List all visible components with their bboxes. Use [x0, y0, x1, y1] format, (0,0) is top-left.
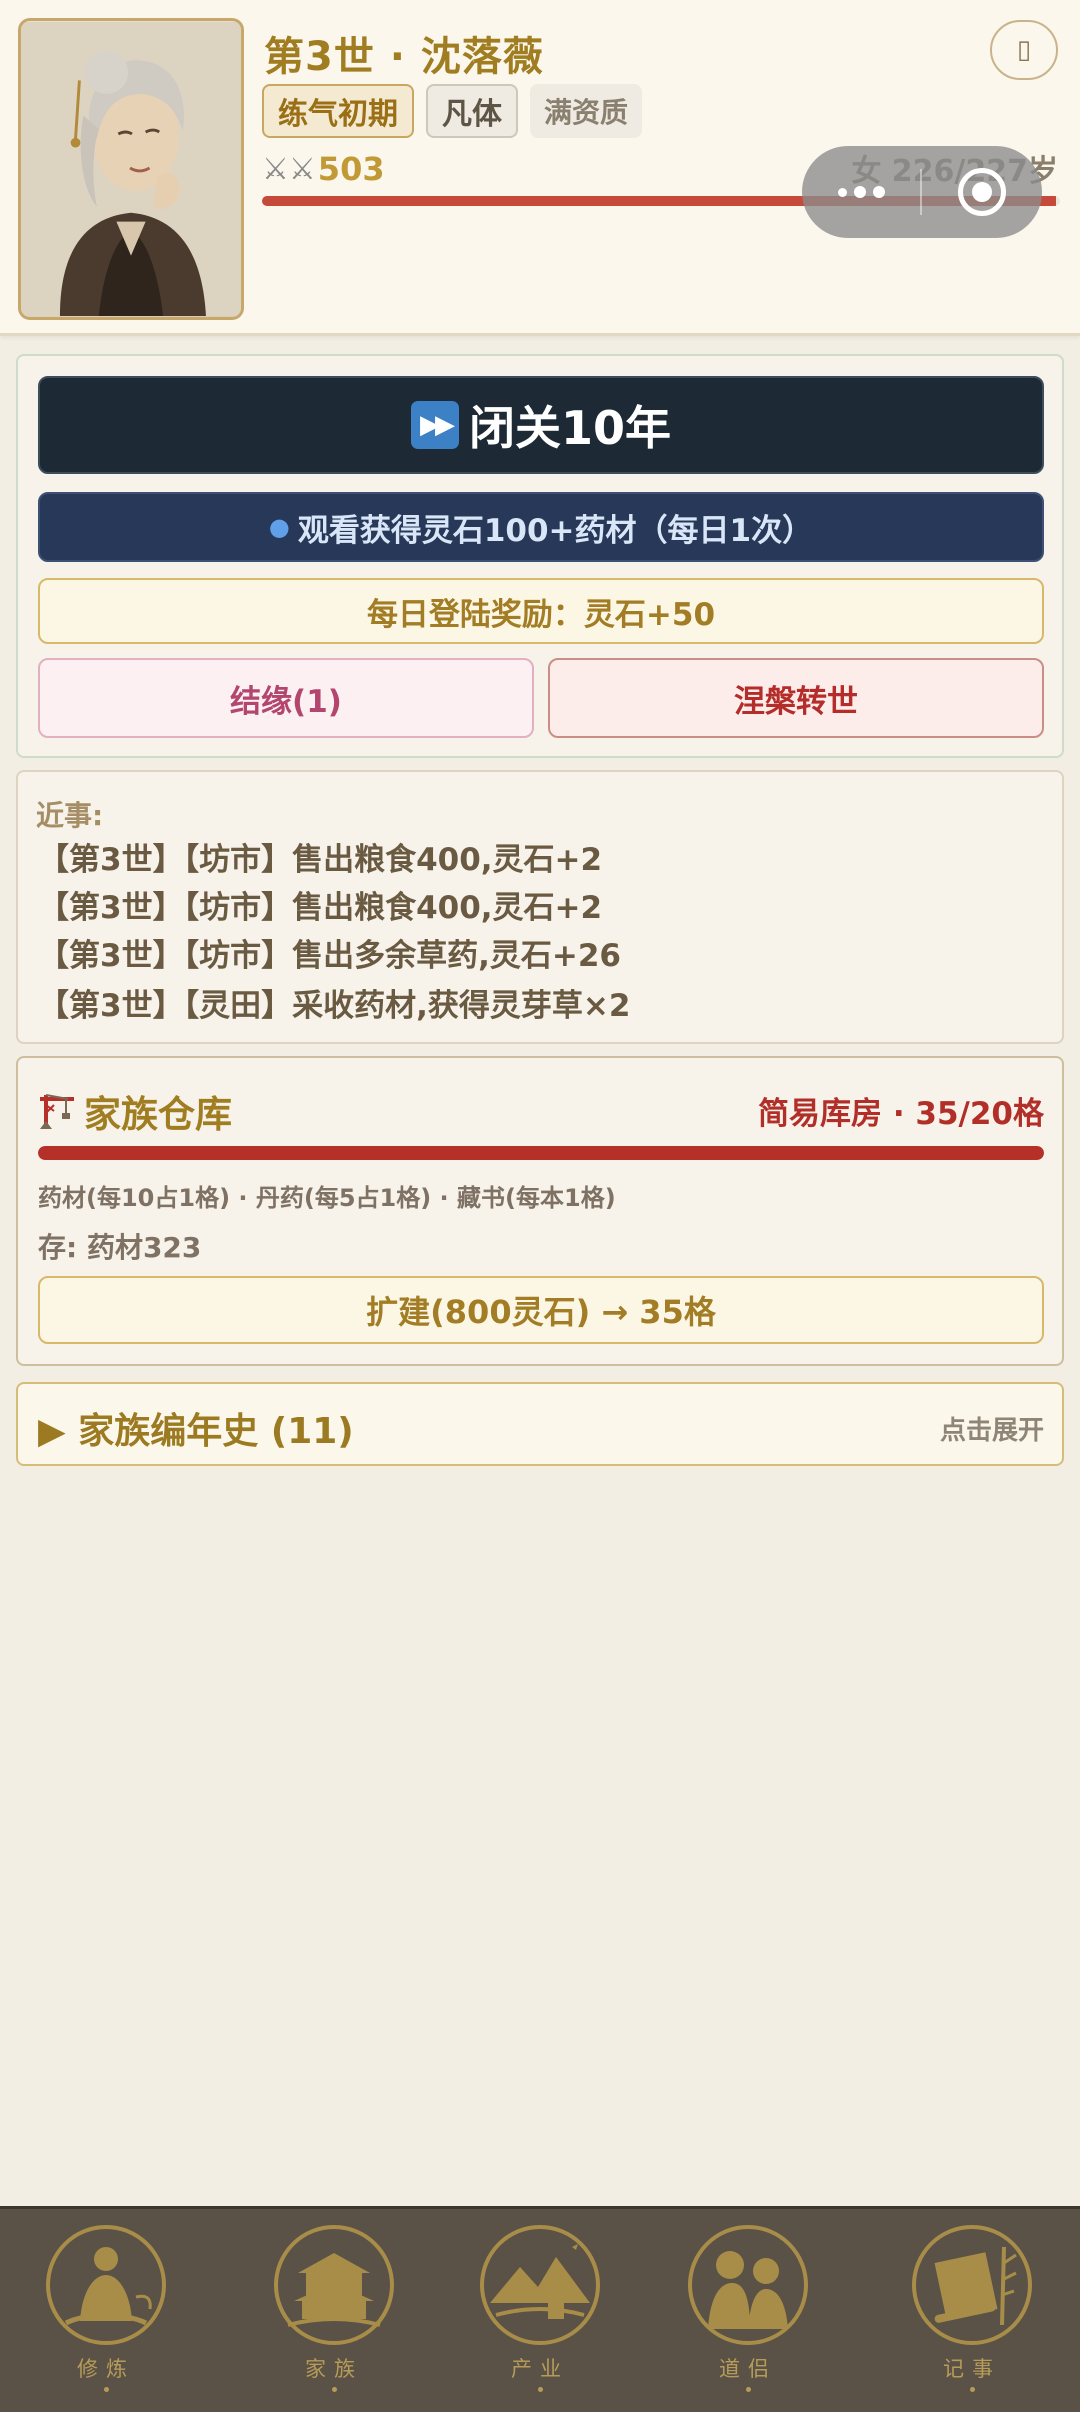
rebirth-button[interactable]: 涅槃转世 — [548, 658, 1044, 738]
mountain-estate-icon — [480, 2225, 600, 2345]
list-item: 【第3世】【坊市】售出粮食400,灵石+2 — [38, 842, 603, 878]
warehouse-capacity: 简易库房 · 35/20格 — [758, 1096, 1044, 1132]
expand-warehouse-button[interactable]: 扩建(800灵石) → 35格 — [38, 1276, 1044, 1344]
chronicle-expand-hint: 点击展开 — [939, 1416, 1044, 1446]
bottom-nav: 修炼 家族 产业 道侣 记事 — [0, 2206, 1080, 2412]
nav-label: 产业 — [511, 2357, 569, 2381]
character-portrait[interactable] — [18, 18, 244, 320]
nav-item-clan[interactable]: 家族 — [264, 2217, 404, 2407]
list-item: 【第3世】【坊市】售出多余草药,灵石+26 — [38, 938, 621, 974]
nav-label: 道侣 — [719, 2357, 777, 2381]
nav-item-cultivation[interactable]: 修炼 — [36, 2217, 176, 2407]
more-options-button[interactable] — [802, 186, 920, 198]
crane-icon — [40, 1094, 74, 1129]
list-item: 【第3世】【坊市】售出粮食400,灵石+2 — [38, 890, 603, 926]
miniprogram-capsule — [802, 146, 1042, 238]
elder-woman-portrait-icon — [21, 22, 241, 316]
couple-icon — [688, 2225, 808, 2345]
warehouse-title-text: 家族仓库 — [84, 1093, 232, 1136]
warehouse-rules: 药材(每10占1格) · 丹药(每5占1格) · 藏书(每本1格) — [38, 1184, 616, 1212]
meditation-icon — [46, 2225, 166, 2345]
nav-item-estate[interactable]: 产业 — [470, 2217, 610, 2407]
realm-tag: 练气初期 — [262, 84, 414, 138]
watch-ad-button[interactable]: ● 观看获得灵石100+药材（每日1次） — [38, 492, 1044, 562]
character-tags: 练气初期 凡体 满资质 — [262, 84, 643, 138]
nav-label: 记事 — [943, 2357, 1001, 2381]
nav-label: 修炼 — [77, 2357, 135, 2381]
crossed-swords-icon: ⚔⚔ — [262, 151, 316, 187]
recent-events-label: 近事: — [36, 799, 104, 832]
seclusion-button[interactable]: ▶▶ 闭关10年 — [38, 376, 1044, 474]
clan-house-icon — [274, 2225, 394, 2345]
daily-login-button[interactable]: 每日登陆奖励：灵石+50 — [38, 578, 1044, 644]
expand-warehouse-label: 扩建(800灵石) → 35格 — [366, 1293, 716, 1331]
daily-login-label: 每日登陆奖励：灵石+50 — [366, 596, 716, 633]
rebirth-label: 涅槃转世 — [734, 683, 858, 720]
character-title: 第3世 · 沈落薇 — [264, 34, 544, 80]
warehouse-capacity-bar — [38, 1146, 1044, 1160]
seclusion-label: 闭关10年 — [468, 401, 671, 455]
list-item: 【第3世】【灵田】采收药材,获得灵芽草×2 — [38, 988, 631, 1024]
combat-power-value: 503 — [317, 150, 385, 188]
nav-item-records[interactable]: 记事 — [902, 2217, 1042, 2407]
clan-chronicle-toggle[interactable]: ▶ 家族编年史 (11) 点击展开 — [16, 1382, 1064, 1466]
combat-power: ⚔⚔ 503 — [262, 150, 385, 188]
chat-bubble-icon: ● — [268, 513, 290, 541]
nav-label: 家族 — [305, 2357, 363, 2381]
physique-tag: 凡体 — [426, 84, 518, 138]
header-info-button[interactable]: ▯ — [990, 20, 1058, 80]
marriage-button[interactable]: 结缘(1) — [38, 658, 534, 738]
talent-tag: 满资质 — [530, 84, 643, 138]
info-icon: ▯ — [1016, 35, 1032, 65]
watch-ad-label: 观看获得灵石100+药材（每日1次） — [297, 512, 814, 549]
actions-panel: ▶▶ 闭关10年 ● 观看获得灵石100+药材（每日1次） 每日登陆奖励：灵石+… — [16, 354, 1064, 758]
fast-forward-icon: ▶▶ — [410, 401, 459, 449]
target-icon — [958, 168, 1006, 216]
scroll-icon — [912, 2225, 1032, 2345]
clan-warehouse-panel: 家族仓库 简易库房 · 35/20格 药材(每10占1格) · 丹药(每5占1格… — [16, 1056, 1064, 1366]
warehouse-capacity-fill — [38, 1146, 1044, 1160]
character-header: 第3世 · 沈落薇 ▯ 练气初期 凡体 满资质 ⚔⚔ 503 女 226/227… — [0, 0, 1080, 336]
warehouse-title: 家族仓库 — [38, 1084, 232, 1138]
warehouse-stock: 存: 药材323 — [38, 1231, 202, 1264]
close-miniprogram-button[interactable] — [922, 168, 1042, 216]
recent-events-panel: 近事: 【第3世】【坊市】售出粮食400,灵石+2 【第3世】【坊市】售出粮食4… — [16, 770, 1064, 1044]
marriage-label: 结缘(1) — [230, 683, 342, 720]
nav-item-partner[interactable]: 道侣 — [678, 2217, 818, 2407]
chronicle-title: ▶ 家族编年史 (11) — [38, 1411, 354, 1452]
